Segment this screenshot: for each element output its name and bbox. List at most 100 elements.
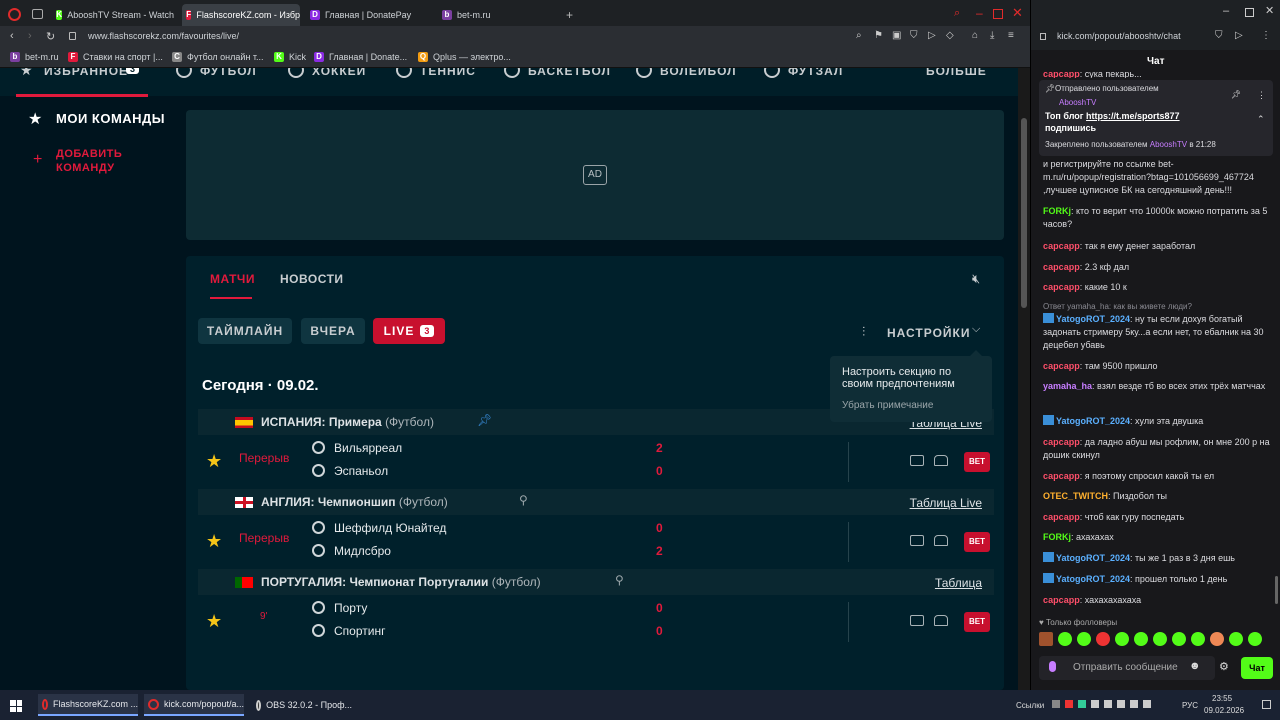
league-title[interactable]: ИСПАНИЯ: Примера (Футбол) (261, 415, 434, 429)
favorite-star-icon[interactable]: ★ (206, 451, 222, 472)
chat-menu-icon[interactable]: ⋮ (1261, 30, 1271, 41)
chat-username[interactable]: YatogoROT_2024 (1056, 553, 1130, 563)
nav-item[interactable]: ТЕННИС (420, 68, 476, 78)
chat-username[interactable]: сарсарр (1043, 69, 1080, 78)
shield-icon[interactable]: ⛉ (910, 30, 918, 41)
match-row[interactable]: ★ Перерыв Шеффилд Юнайтед Мидлсбро 0 2 BET (198, 515, 994, 569)
chat-username[interactable]: OTEC_TWITCH (1043, 491, 1108, 501)
pinned-link[interactable]: https://t.me/sports877 (1086, 111, 1180, 121)
chat-username[interactable]: сарсарр (1043, 262, 1080, 272)
chat-username[interactable]: сарсарр (1043, 241, 1080, 251)
screenshot-icon[interactable]: ▣ (892, 30, 901, 41)
clock-date[interactable]: 09.02.2026 (1204, 706, 1244, 715)
bet-button[interactable]: BET (964, 452, 990, 472)
favorite-star-icon[interactable]: ★ (206, 611, 222, 632)
browser-tab[interactable]: b bet-m.ru (438, 4, 548, 26)
bookmark-item[interactable]: C Футбол онлайн т... (172, 52, 264, 62)
maximize-button[interactable] (993, 9, 1003, 19)
chat-settings-icon[interactable]: ⚙ (1219, 660, 1229, 673)
forward-icon[interactable]: › (28, 30, 32, 42)
chat-maximize-button[interactable] (1245, 8, 1254, 17)
nav-item[interactable]: ФУТЗАЛ (788, 68, 843, 78)
browser-tab[interactable]: F FlashscoreKZ.com - Избр (182, 4, 300, 26)
emote-icon[interactable] (1058, 632, 1072, 646)
taskbar-item[interactable]: kick.com/popout/a... (144, 694, 244, 716)
pinned-author[interactable]: AbooshTV (1059, 98, 1096, 107)
opera-logo-icon[interactable] (8, 8, 21, 21)
league-header[interactable]: ПОРТУГАЛИЯ: Чемпионат Португалии (Футбол… (198, 569, 994, 595)
bookmark-item[interactable]: K Kick (274, 52, 306, 62)
url-field[interactable]: www.flashscorekz.com/favourites/live/ (88, 31, 239, 41)
mute-icon[interactable]: 🔇︎ (972, 271, 980, 287)
nav-item[interactable]: БОЛЬШЕ (926, 68, 987, 78)
emote-icon[interactable] (1172, 632, 1186, 646)
chat-username[interactable]: yamaha_ha (1043, 381, 1092, 391)
reload-icon[interactable]: ↻ (46, 30, 55, 43)
pinned-footer-author[interactable]: AbooshTV (1150, 140, 1187, 149)
send-chat-button[interactable]: Чат (1241, 657, 1273, 679)
emote-icon[interactable] (1248, 632, 1262, 646)
emote-icon[interactable] (1210, 632, 1224, 646)
chat-input[interactable]: Отправить сообщение ☻ (1039, 656, 1215, 680)
chat-shield-icon[interactable]: ⛉ (1215, 30, 1223, 41)
emote-icon[interactable] (1115, 632, 1129, 646)
page-scrollbar-thumb[interactable] (1021, 118, 1027, 308)
emote-icon[interactable] (1134, 632, 1148, 646)
home-icon[interactable]: ⌂ (972, 30, 978, 41)
chat-username[interactable]: сарсарр (1043, 471, 1080, 481)
chat-minimize-button[interactable]: – (1223, 5, 1229, 17)
page-scrollbar-track[interactable] (1018, 68, 1030, 690)
bookmark-item[interactable]: F Ставки на спорт |... (68, 52, 163, 62)
chat-username[interactable]: FORKj (1043, 532, 1071, 542)
clock-time[interactable]: 23:55 (1212, 694, 1232, 703)
pinned-options-icon[interactable]: ⋮ (1257, 90, 1266, 101)
taskbar-item[interactable]: FlashscoreKZ.com ... (38, 694, 138, 716)
emoji-icon[interactable]: ☻ (1189, 660, 1201, 672)
reply-context[interactable]: Ответ yamaha_ha: как вы живете люди? (1043, 300, 1271, 313)
settings-sliders-icon[interactable]: ⫶ (862, 324, 865, 340)
chat-play-icon[interactable]: ▷ (1235, 30, 1243, 41)
bet-button[interactable]: BET (964, 612, 990, 632)
browser-tab[interactable]: K AbooshTV Stream - Watch (52, 4, 174, 26)
favorite-star-icon[interactable]: ★ (206, 531, 222, 552)
match-row[interactable]: ★ Перерыв Вильярреал Эспаньол 2 0 BET (198, 435, 994, 489)
add-team-plus-icon[interactable]: + (33, 151, 42, 169)
tab-news[interactable]: НОВОСТИ (280, 272, 344, 286)
download-icon[interactable]: ⤓ (990, 30, 994, 41)
settings-button[interactable]: НАСТРОЙКИ (887, 326, 970, 340)
zoom-icon[interactable]: ⌕ (856, 30, 862, 41)
new-tab-button[interactable]: + (566, 8, 573, 22)
nav-item[interactable]: ХОККЕЙ (312, 68, 366, 78)
bookmark-item[interactable]: Q Qplus — электро... (418, 52, 511, 62)
chevron-down-icon[interactable]: ⌵ (972, 323, 980, 336)
chat-username[interactable]: YatogoROT_2024 (1056, 574, 1130, 584)
taskbar-item[interactable]: OBS 32.0.2 - Проф... (252, 694, 352, 716)
filter-timeline[interactable]: ТАЙМЛАЙН (198, 318, 292, 344)
play-icon[interactable]: ▷ (928, 30, 936, 41)
filter-yesterday[interactable]: ВЧЕРА (301, 318, 365, 344)
tray-icons[interactable] (1052, 700, 1172, 712)
search-tabs-icon[interactable]: ⌕ (954, 7, 960, 20)
shirt-icon[interactable] (934, 455, 948, 466)
emote-icon[interactable] (1039, 632, 1053, 646)
tv-icon[interactable] (910, 455, 924, 466)
match-row[interactable]: ★ 9' Порту Спортинг 0 0 BET (198, 595, 994, 649)
standings-link[interactable]: Таблица (935, 576, 982, 590)
mic-icon[interactable] (1049, 661, 1056, 672)
extension-icon[interactable]: ◇ (946, 30, 954, 41)
bookmark-item[interactable]: b bet-m.ru (10, 52, 59, 62)
emote-icon[interactable] (1191, 632, 1205, 646)
emote-icon[interactable] (1077, 632, 1091, 646)
emote-icon[interactable] (1229, 632, 1243, 646)
nav-item[interactable]: БАСКЕТБОЛ (528, 68, 611, 78)
pinned-unpin-icon[interactable]: 📌︎ (1231, 90, 1241, 99)
shirt-icon[interactable] (934, 535, 948, 546)
league-header[interactable]: АНГЛИЯ: Чемпионшип (Футбол) ⚲ Таблица Live (198, 489, 994, 515)
bookmark-icon[interactable]: ⚑ (874, 30, 883, 41)
browser-tab[interactable]: D Главная | DonatePay (306, 4, 430, 26)
notification-icon[interactable] (1262, 700, 1271, 709)
language-indicator[interactable]: РУС (1182, 701, 1198, 710)
start-icon[interactable] (10, 700, 22, 712)
emote-icon[interactable] (1096, 632, 1110, 646)
chat-username[interactable]: сарсарр (1043, 595, 1080, 605)
